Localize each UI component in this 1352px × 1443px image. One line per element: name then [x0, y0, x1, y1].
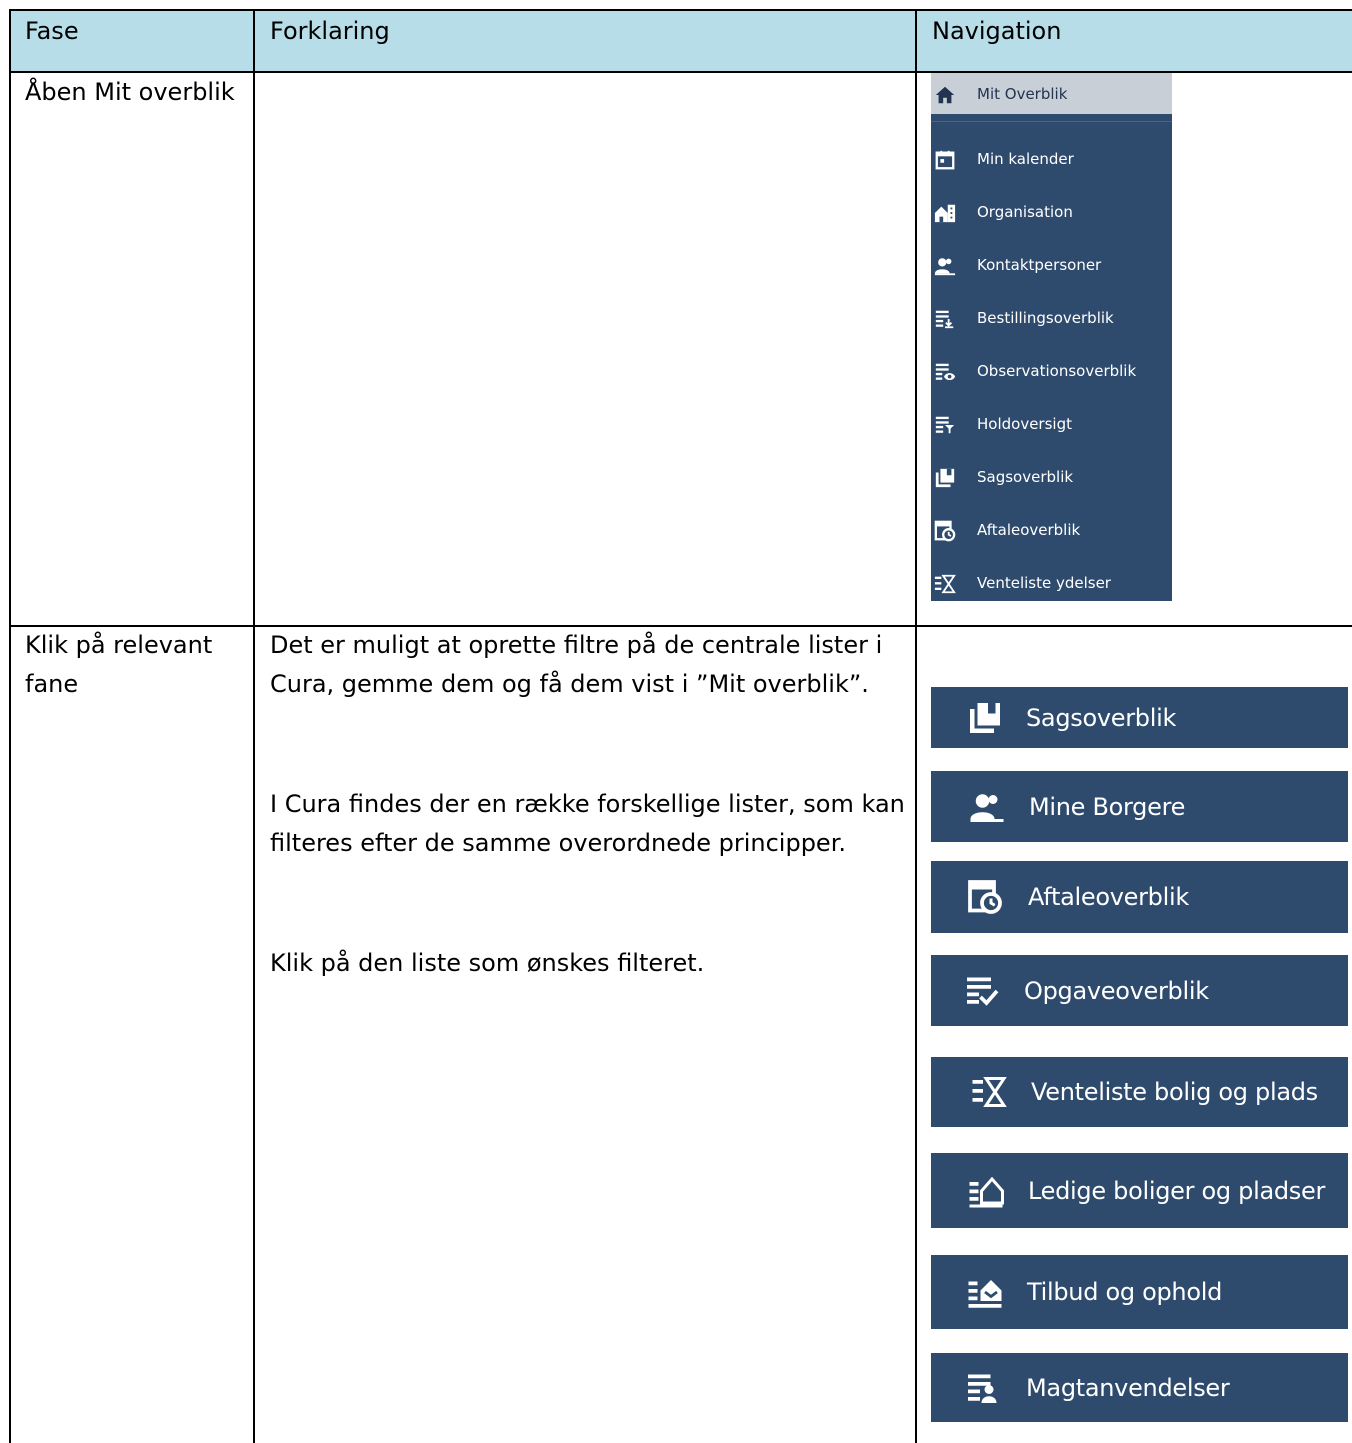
venteliste-bolig-og-plads-button[interactable]: Venteliste bolig og plads [931, 1057, 1348, 1127]
button-label: Sagsoverblik [1026, 703, 1177, 732]
row1-fase: Åben Mit overblik [25, 78, 235, 106]
coercion-icon [968, 1374, 997, 1403]
citizens-icon [970, 793, 1004, 822]
cases-icon [970, 702, 1000, 733]
opgaveoverblik-button[interactable]: Opgaveoverblik [931, 955, 1348, 1026]
mine-borgere-button[interactable]: Mine Borgere [931, 771, 1348, 842]
sidebar-item-label: Sagsoverblik [977, 468, 1074, 486]
sidebar-item-bestillingsoverblik[interactable]: Bestillingsoverblik [931, 300, 1172, 336]
sidebar-item-label: Venteliste ydelser [977, 574, 1111, 592]
task-list-icon [967, 977, 999, 1006]
table-border [9, 9, 1352, 11]
magtanvendelser-button[interactable]: Magtanvendelser [931, 1353, 1348, 1422]
sidebar-item-min-kalender[interactable]: Min kalender [931, 141, 1172, 177]
header-forklaring: Forklaring [270, 17, 390, 45]
tilbud-og-ophold-button[interactable]: Tilbud og ophold [931, 1255, 1348, 1329]
sidebar-item-label: Min kalender [977, 150, 1074, 168]
sidebar-item-label: Organisation [977, 203, 1073, 221]
sidebar-item-observationsoverblik[interactable]: Observationsoverblik [931, 353, 1172, 389]
waitlist-icon [934, 574, 956, 594]
sidebar-item-label: Bestillingsoverblik [977, 309, 1114, 327]
sidebar-item-mit-overblik[interactable]: Mit Overblik [931, 73, 1172, 114]
button-label: Aftaleoverblik [1028, 883, 1189, 911]
home-icon [935, 86, 955, 104]
table-border [9, 9, 11, 1443]
row2-forklaring-line: Det er muligt at oprette filtre på de ce… [270, 631, 883, 659]
sidebar-item-label: Holdoversigt [977, 415, 1072, 433]
table-header-row [9, 9, 1352, 71]
sidebar-item-label: Mit Overblik [977, 85, 1068, 103]
organisation-icon [934, 204, 956, 223]
vacant-housing-icon [969, 1176, 1004, 1207]
sagsoverblik-button[interactable]: Sagsoverblik [931, 687, 1348, 748]
ledige-boliger-og-pladser-button[interactable]: Ledige boliger og pladser [931, 1153, 1348, 1228]
row2-forklaring-line: filteres efter de samme overordnede prin… [270, 829, 846, 857]
row2-forklaring-line: Klik på den liste som ønskes filteret. [270, 949, 705, 977]
calendar-icon [935, 150, 955, 170]
appointments-icon [968, 880, 1002, 914]
sidebar-item-organisation[interactable]: Organisation [931, 194, 1172, 230]
team-list-icon [935, 416, 955, 434]
sidebar-item-holdoversigt[interactable]: Holdoversigt [931, 406, 1172, 442]
sidebar-item-label: Observationsoverblik [977, 362, 1137, 380]
button-label: Venteliste bolig og plads [1031, 1078, 1318, 1106]
table-border [915, 9, 917, 1443]
sidebar-item-aftaleoverblik[interactable]: Aftaleoverblik [931, 512, 1172, 548]
table-border [253, 9, 255, 1443]
header-fase: Fase [25, 17, 79, 45]
waitlist-icon [972, 1077, 1007, 1107]
row2-forklaring-line: Cura, gemme dem og få dem vist i ”Mit ov… [270, 670, 869, 698]
offers-icon [968, 1280, 1002, 1308]
aftaleoverblik-button[interactable]: Aftaleoverblik [931, 861, 1348, 933]
button-label: Ledige boliger og pladser [1028, 1176, 1326, 1205]
row2-fase-line1: Klik på relevant [25, 631, 213, 659]
sidebar-item-venteliste-ydelser[interactable]: Venteliste ydelser [931, 565, 1172, 601]
sidebar-divider [931, 121, 1172, 122]
row2-forklaring-line: I Cura findes der en række forskellige l… [270, 790, 905, 818]
sidebar-item-kontaktpersoner[interactable]: Kontaktpersoner [931, 247, 1172, 283]
sidebar-menu: Mit Overblik Min kalender Organisation K… [931, 73, 1172, 601]
row2-fase-line2: fane [25, 670, 79, 698]
button-label: Magtanvendelser [1026, 1373, 1230, 1402]
button-label: Mine Borgere [1029, 792, 1186, 821]
cases-icon [935, 468, 955, 488]
sidebar-item-label: Kontaktpersoner [977, 256, 1102, 274]
sidebar-item-label: Aftaleoverblik [977, 521, 1081, 539]
button-label: Opgaveoverblik [1024, 976, 1209, 1005]
observation-list-icon [935, 363, 956, 381]
button-label: Tilbud og ophold [1027, 1278, 1223, 1306]
order-list-icon [935, 310, 954, 329]
contacts-icon [934, 258, 956, 276]
appointments-icon [934, 520, 956, 542]
header-navigation: Navigation [932, 17, 1062, 45]
sidebar-item-sagsoverblik[interactable]: Sagsoverblik [931, 459, 1172, 495]
